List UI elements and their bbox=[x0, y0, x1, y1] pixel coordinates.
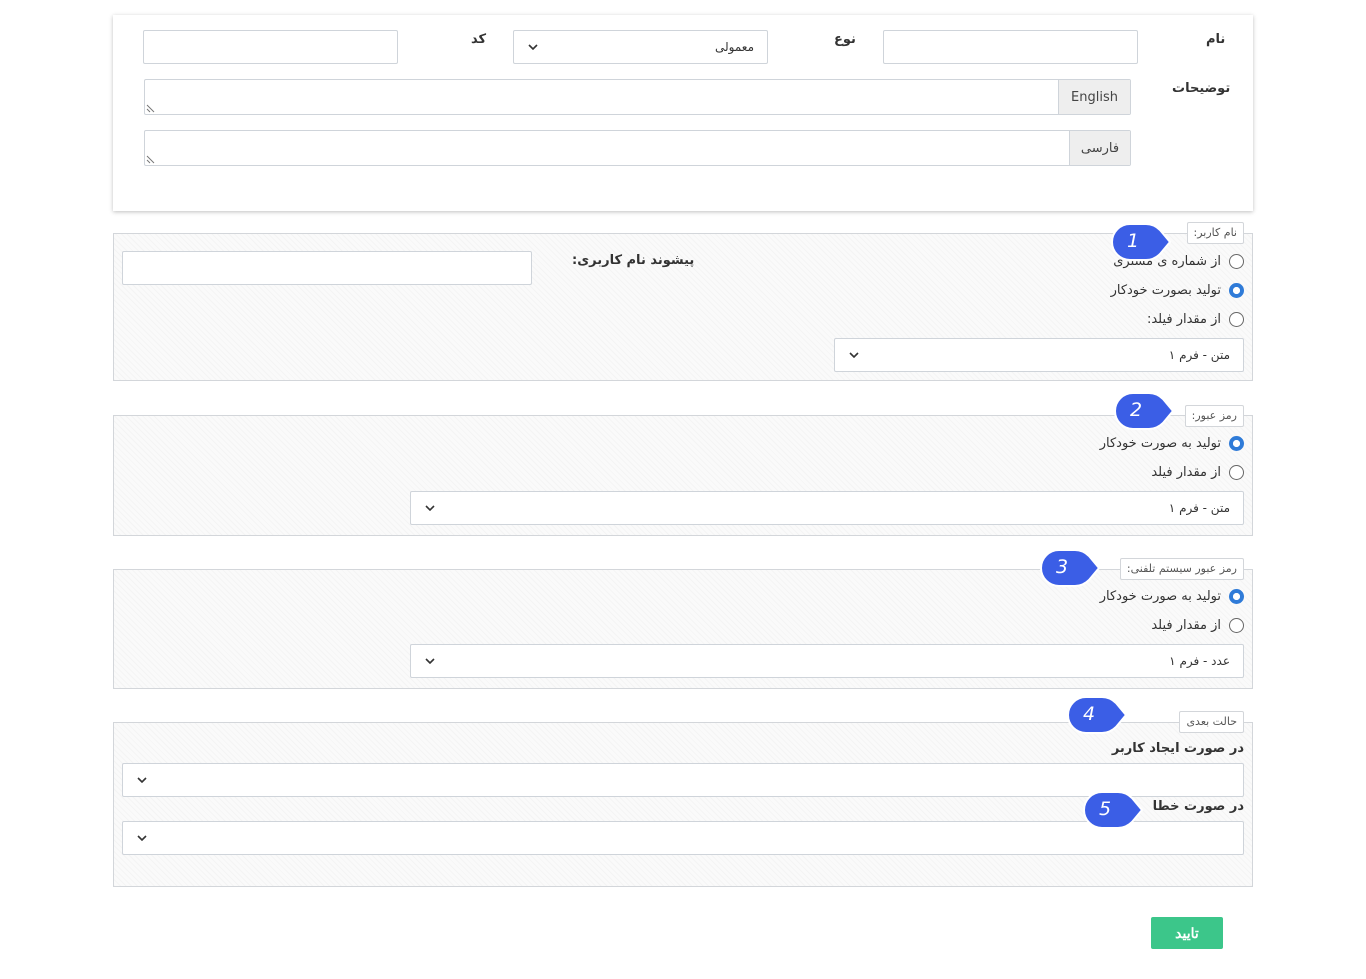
radio-button-selected[interactable] bbox=[1229, 589, 1244, 604]
radio-button-selected[interactable] bbox=[1229, 283, 1244, 298]
submit-button[interactable]: تایید bbox=[1151, 917, 1223, 949]
password-legend: رمز عبور: bbox=[1184, 405, 1244, 427]
callout-number: 1 bbox=[1127, 230, 1140, 252]
radio-label: از مقدار فیلد bbox=[1151, 618, 1221, 633]
radio-label: تولید به صورت خودکار bbox=[1099, 436, 1221, 451]
phone-password-field-select[interactable]: عدد - فرم ۱ bbox=[410, 644, 1244, 678]
radio-button[interactable] bbox=[1229, 312, 1244, 327]
radio-label: تولید بصورت خودکار bbox=[1110, 283, 1221, 298]
language-addon-fa: فارسی bbox=[1069, 131, 1130, 165]
radio-label: از مقدار فیلد bbox=[1151, 465, 1221, 480]
username-prefix-label: پیشوند نام کاربری: bbox=[572, 253, 695, 268]
phone-password-legend: رمز عبور سیستم تلفنی: bbox=[1119, 558, 1244, 580]
description-label: توضیحات bbox=[1172, 81, 1231, 96]
radio-label: تولید به صورت خودکار bbox=[1099, 589, 1221, 604]
name-input[interactable] bbox=[883, 30, 1138, 64]
chevron-down-icon bbox=[137, 835, 147, 841]
password-option-field-value[interactable]: از مقدار فیلد bbox=[1151, 465, 1244, 480]
resize-grip-icon[interactable] bbox=[146, 104, 155, 113]
code-input[interactable] bbox=[143, 30, 398, 64]
select-value: متن - فرم ۱ bbox=[1168, 348, 1230, 362]
username-field-select[interactable]: متن - فرم ۱ bbox=[834, 338, 1244, 372]
name-label: نام bbox=[1206, 32, 1226, 47]
code-label: کد bbox=[471, 32, 487, 47]
chevron-down-icon bbox=[528, 44, 538, 50]
select-value: عدد - فرم ۱ bbox=[1169, 654, 1230, 668]
radio-button[interactable] bbox=[1229, 465, 1244, 480]
username-prefix-input[interactable] bbox=[122, 251, 532, 285]
chevron-down-icon bbox=[849, 352, 859, 358]
type-select-value: معمولی bbox=[714, 40, 754, 54]
chevron-down-icon bbox=[137, 777, 147, 783]
chevron-down-icon bbox=[425, 658, 435, 664]
callout-badge-5: 5 bbox=[1078, 789, 1144, 831]
password-option-auto[interactable]: تولید به صورت خودکار bbox=[1100, 436, 1244, 451]
on-error-label: در صورت خطا bbox=[1152, 799, 1244, 814]
password-field-select[interactable]: متن - فرم ۱ bbox=[410, 491, 1244, 525]
chevron-down-icon bbox=[425, 505, 435, 511]
callout-number: 3 bbox=[1056, 556, 1069, 578]
callout-badge-2: 2 bbox=[1109, 390, 1175, 432]
phone-password-option-auto[interactable]: تولید به صورت خودکار bbox=[1100, 589, 1244, 604]
radio-button[interactable] bbox=[1229, 618, 1244, 633]
on-create-label: در صورت ایجاد کاربر bbox=[1111, 741, 1244, 756]
username-option-auto[interactable]: تولید بصورت خودکار bbox=[1111, 283, 1244, 298]
type-select[interactable]: معمولی bbox=[513, 30, 768, 64]
phone-password-option-field-value[interactable]: از مقدار فیلد bbox=[1151, 618, 1244, 633]
callout-badge-1: 1 bbox=[1106, 221, 1172, 263]
language-addon-en: English bbox=[1058, 80, 1130, 114]
callout-number: 4 bbox=[1083, 703, 1096, 725]
radio-label: از مقدار فیلد: bbox=[1146, 312, 1221, 327]
description-en-textarea[interactable]: English bbox=[144, 79, 1131, 115]
on-error-select[interactable] bbox=[122, 821, 1244, 855]
username-option-field-value[interactable]: از مقدار فیلد: bbox=[1147, 312, 1244, 327]
radio-button-selected[interactable] bbox=[1229, 436, 1244, 451]
resize-grip-icon[interactable] bbox=[146, 155, 155, 164]
callout-number: 5 bbox=[1099, 798, 1112, 820]
description-fa-textarea[interactable]: فارسی bbox=[144, 130, 1131, 166]
radio-button[interactable] bbox=[1229, 254, 1244, 269]
on-create-select[interactable] bbox=[122, 763, 1244, 797]
callout-badge-3: 3 bbox=[1035, 547, 1101, 589]
next-state-legend: حالت بعدی bbox=[1179, 711, 1244, 733]
callout-badge-4: 4 bbox=[1062, 694, 1128, 736]
username-legend: نام کاربر: bbox=[1186, 222, 1244, 244]
callout-number: 2 bbox=[1130, 399, 1143, 421]
type-label: نوع bbox=[834, 32, 856, 47]
select-value: متن - فرم ۱ bbox=[1168, 501, 1230, 515]
